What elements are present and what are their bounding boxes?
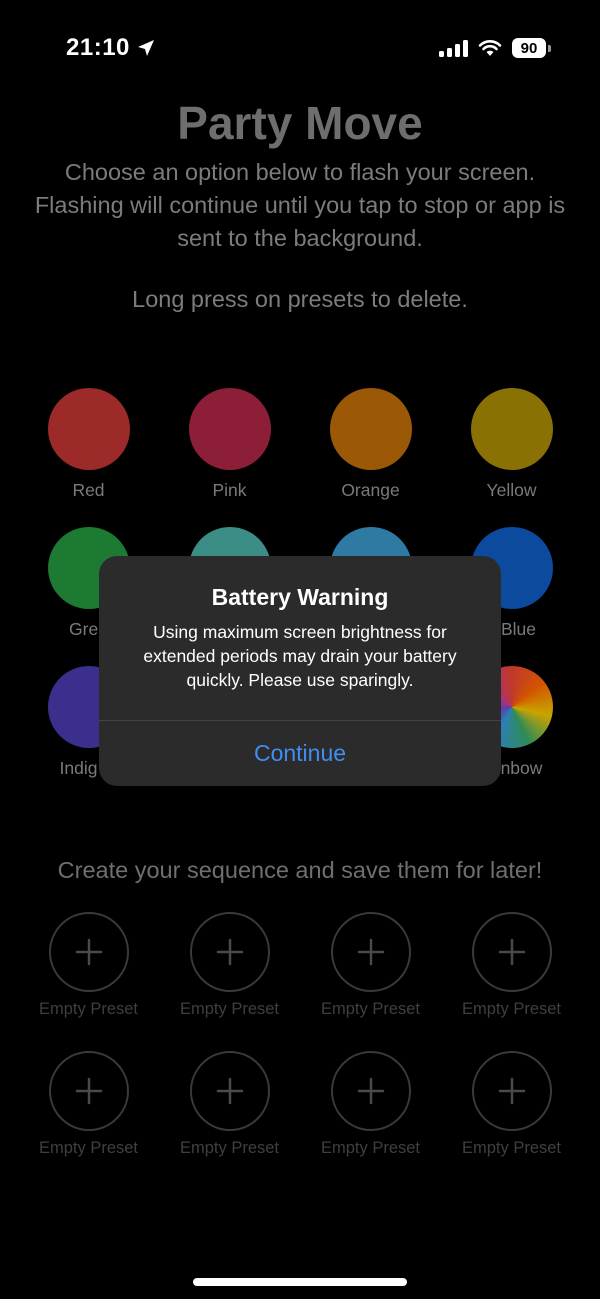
preset-label: Empty Preset [179,1139,280,1157]
preset-label: Empty Preset [38,1139,139,1157]
preset-row-2: Empty Preset Empty Preset Empty Preset E… [18,1051,582,1158]
color-label: Yellow [486,480,537,500]
dialog-title: Battery Warning [211,584,389,610]
color-option-yellow[interactable]: Yellow [441,388,582,501]
preset-label: Empty Preset [179,1000,280,1018]
color-label: Pink [212,480,247,500]
color-swatch[interactable] [188,388,271,470]
preset-slot[interactable]: Empty Preset [441,1051,582,1158]
plus-icon [75,1077,102,1105]
preset-label: Empty Preset [461,1000,562,1018]
color-label: Orange [341,480,400,500]
color-option-red[interactable]: Red [18,388,159,501]
preset-label: Empty Preset [461,1139,562,1157]
preset-slot[interactable]: Empty Preset [300,912,441,1019]
preset-label: Empty Preset [320,1000,421,1018]
add-preset-button[interactable] [189,1051,270,1131]
preset-slot[interactable]: Empty Preset [18,912,159,1019]
sequence-title: Create your sequence and save them for l… [57,857,543,883]
dialog-message: Using maximum screen brightness for exte… [143,622,457,690]
page-title: Party Move [177,97,423,149]
battery-warning-dialog: Battery Warning Using maximum screen bri… [99,556,501,786]
plus-icon [357,1077,384,1105]
preset-hint: Long press on presets to delete. [132,286,468,312]
add-preset-button[interactable] [48,1051,129,1131]
add-preset-button[interactable] [48,912,129,992]
preset-label: Empty Preset [38,1000,139,1018]
color-swatch[interactable] [329,388,412,470]
color-swatch[interactable] [470,388,553,470]
add-preset-button[interactable] [471,912,552,992]
add-preset-button[interactable] [471,1051,552,1131]
continue-button[interactable]: Continue [99,721,501,786]
preset-row-1: Empty Preset Empty Preset Empty Preset E… [18,912,582,1019]
plus-icon [498,938,525,966]
color-option-orange[interactable]: Orange [300,388,441,501]
add-preset-button[interactable] [330,912,411,992]
plus-icon [357,938,384,966]
preset-label: Empty Preset [320,1139,421,1157]
preset-slot[interactable]: Empty Preset [441,912,582,1019]
color-option-pink[interactable]: Pink [159,388,300,501]
page-description: Choose an option below to flash your scr… [34,159,566,251]
home-indicator[interactable] [193,1278,407,1286]
preset-slot[interactable]: Empty Preset [159,912,300,1019]
preset-slot[interactable]: Empty Preset [159,1051,300,1158]
preset-slot[interactable]: Empty Preset [300,1051,441,1158]
plus-icon [498,1077,525,1105]
preset-slot[interactable]: Empty Preset [18,1051,159,1158]
plus-icon [216,938,243,966]
color-swatch[interactable] [47,388,130,470]
color-label: Red [72,480,105,500]
add-preset-button[interactable] [189,912,270,992]
color-row-1: Red Pink Orange Yellow [18,388,582,501]
plus-icon [216,1077,243,1105]
plus-icon [75,938,102,966]
add-preset-button[interactable] [330,1051,411,1131]
